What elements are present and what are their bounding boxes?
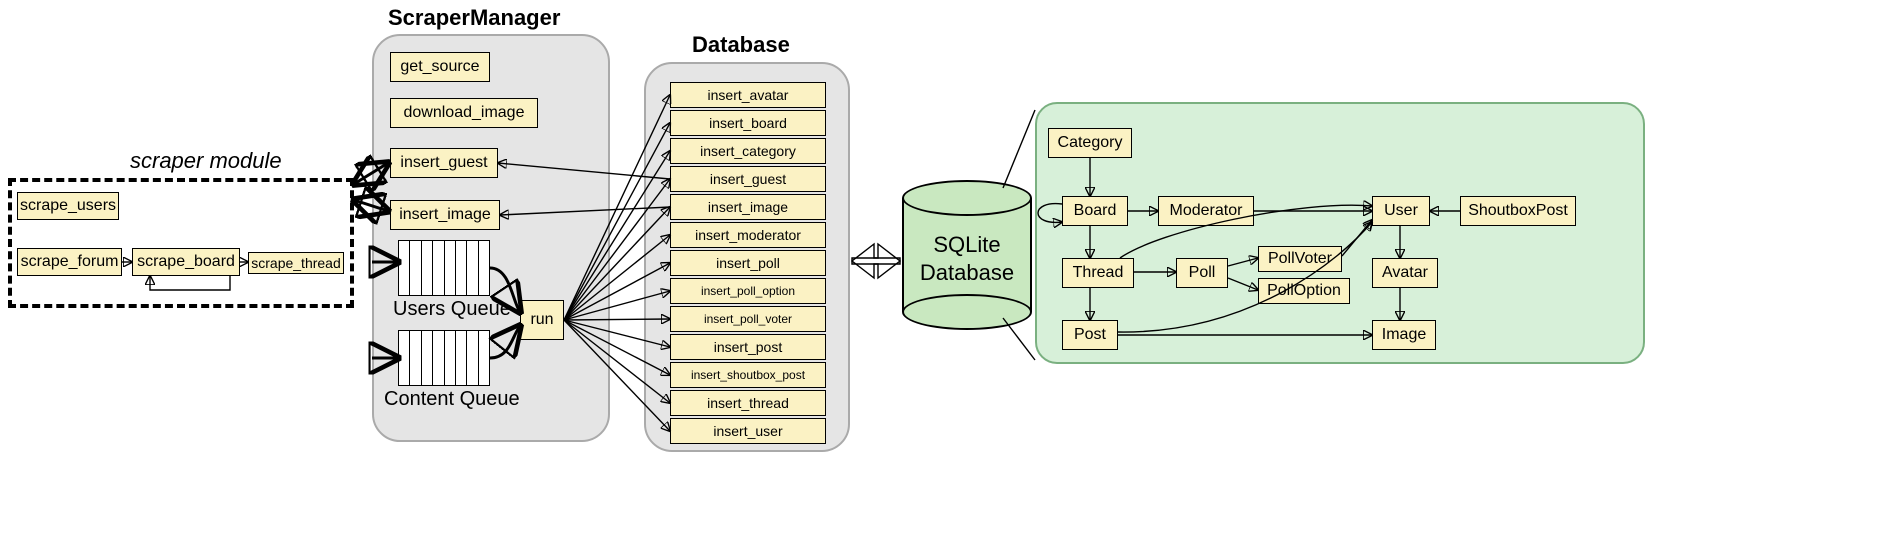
users-queue — [398, 240, 490, 296]
db-insert-moderator: insert_moderator — [670, 222, 826, 248]
insert-guest-box: insert_guest — [390, 148, 498, 178]
sqlite-label-2: Database — [902, 260, 1032, 286]
schema-shoutboxpost: ShoutboxPost — [1460, 196, 1576, 226]
insert-image-box: insert_image — [390, 200, 500, 230]
scrape-forum-box: scrape_forum — [17, 248, 122, 276]
database-title: Database — [692, 32, 790, 58]
db-insert-poll-option: insert_poll_option — [670, 278, 826, 304]
scrape-thread-box: scrape_thread — [248, 252, 344, 274]
db-insert-avatar: insert_avatar — [670, 82, 826, 108]
run-box: run — [520, 300, 564, 340]
schema-avatar: Avatar — [1372, 258, 1438, 288]
schema-user: User — [1372, 196, 1430, 226]
get-source-box: get_source — [390, 52, 490, 82]
db-insert-guest: insert_guest — [670, 166, 826, 192]
db-insert-poll: insert_poll — [670, 250, 826, 276]
schema-pollvoter: PollVoter — [1258, 246, 1342, 272]
diagram-canvas: scraper module ScraperManager Database s… — [0, 0, 1887, 537]
db-insert-post: insert_post — [670, 334, 826, 360]
db-insert-poll-voter: insert_poll_voter — [670, 306, 826, 332]
db-insert-image: insert_image — [670, 194, 826, 220]
content-queue-label: Content Queue — [384, 388, 520, 411]
schema-thread: Thread — [1062, 258, 1134, 288]
scraper-module-title: scraper module — [130, 148, 282, 174]
db-insert-board: insert_board — [670, 110, 826, 136]
schema-image: Image — [1372, 320, 1436, 350]
schema-moderator: Moderator — [1158, 196, 1254, 226]
db-insert-category: insert_category — [670, 138, 826, 164]
users-queue-label: Users Queue — [393, 298, 511, 321]
db-insert-shoutbox-post: insert_shoutbox_post — [670, 362, 826, 388]
db-insert-user: insert_user — [670, 418, 826, 444]
schema-category: Category — [1048, 128, 1132, 158]
db-insert-thread: insert_thread — [670, 390, 826, 416]
schema-poll: Poll — [1176, 258, 1228, 288]
schema-polloption: PollOption — [1258, 278, 1350, 304]
sqlite-cylinder: SQLite Database — [902, 180, 1032, 330]
schema-post: Post — [1062, 320, 1118, 350]
schema-board: Board — [1062, 196, 1128, 226]
scrape-board-box: scrape_board — [132, 248, 240, 276]
download-image-box: download_image — [390, 98, 538, 128]
scraper-manager-title: ScraperManager — [388, 5, 560, 31]
content-queue — [398, 330, 490, 386]
scrape-users-box: scrape_users — [17, 192, 119, 220]
sqlite-label-1: SQLite — [902, 232, 1032, 258]
